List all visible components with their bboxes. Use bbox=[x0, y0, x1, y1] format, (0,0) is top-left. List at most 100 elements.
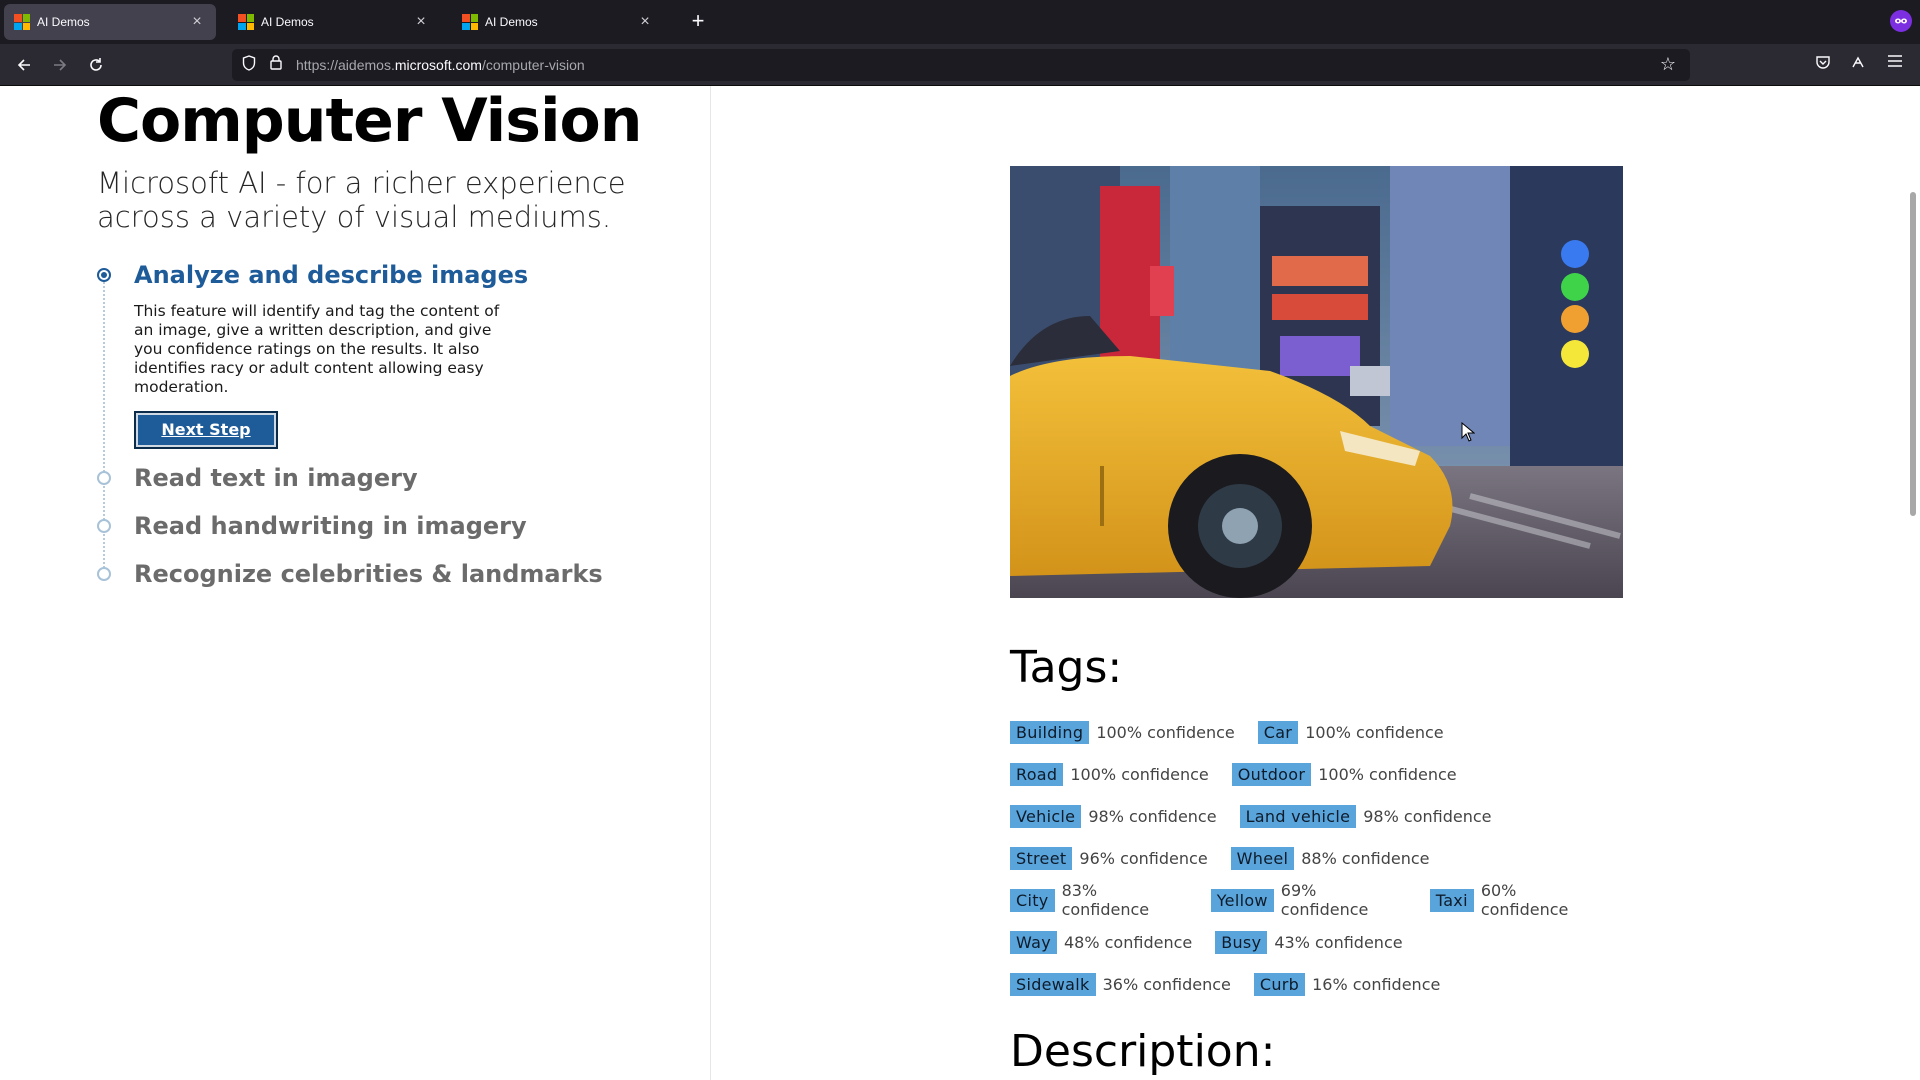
step-title[interactable]: Analyze and describe images bbox=[134, 260, 657, 290]
tag-confidence: 43% confidence bbox=[1274, 932, 1403, 952]
tag-confidence: 36% confidence bbox=[1102, 974, 1231, 994]
url-path: /computer-vision bbox=[481, 57, 585, 73]
tag-confidence: 98% confidence bbox=[1363, 806, 1492, 826]
shield-icon[interactable] bbox=[242, 54, 256, 76]
tag-chip: Way bbox=[1010, 930, 1057, 954]
tag-chip: Sidewalk bbox=[1010, 972, 1096, 996]
tag-item: Busy 43% confidence bbox=[1215, 930, 1403, 954]
step-indicator-icon bbox=[97, 268, 111, 282]
step-title[interactable]: Read text in imagery bbox=[134, 463, 657, 493]
tab-title: AI Demos bbox=[261, 15, 314, 29]
url-prefix: https://aidemos. bbox=[296, 57, 395, 73]
step-read-text[interactable]: Read text in imagery bbox=[97, 463, 657, 493]
new-tab-button[interactable]: + bbox=[684, 8, 712, 36]
tag-chip: Curb bbox=[1253, 972, 1306, 996]
tag-item: Vehicle 98% confidence bbox=[1010, 804, 1217, 828]
browser-tab-3[interactable]: AI Demos × bbox=[452, 4, 664, 40]
close-icon[interactable]: × bbox=[412, 13, 430, 31]
step-description: This feature will identify and tag the c… bbox=[134, 302, 500, 396]
tag-item: Road 100% confidence bbox=[1010, 762, 1209, 786]
tag-item: Wheel 88% confidence bbox=[1230, 846, 1430, 870]
tag-chip: Vehicle bbox=[1010, 804, 1082, 828]
arrow-left-icon[interactable] bbox=[10, 52, 38, 78]
tag-item: Car 100% confidence bbox=[1257, 720, 1444, 744]
tag-chip: Building bbox=[1010, 720, 1090, 744]
taxi-photo-illustration bbox=[1010, 166, 1623, 598]
url-text[interactable]: https://aidemos.microsoft.com/computer-v… bbox=[296, 57, 585, 73]
lock-icon[interactable] bbox=[270, 55, 282, 75]
tag-row: Way 48% confidence Busy 43% confidence bbox=[1010, 930, 1630, 954]
arrow-right-icon[interactable] bbox=[46, 52, 74, 78]
tags-list: Building 100% confidence Car 100% confiden… bbox=[1010, 720, 1630, 1014]
step-title[interactable]: Read handwriting in imagery bbox=[134, 511, 657, 541]
scrollbar-thumb[interactable] bbox=[1910, 192, 1916, 516]
tag-confidence: 83% confidence bbox=[1061, 881, 1150, 919]
tag-row: Street 96% confidence Wheel 88% confidence bbox=[1010, 846, 1630, 870]
feature-steps: Analyze and describe images This feature… bbox=[97, 260, 657, 589]
mouse-cursor-icon bbox=[1461, 421, 1476, 447]
step-recognize-celebrities[interactable]: Recognize celebrities & landmarks bbox=[97, 559, 657, 589]
tab-title: AI Demos bbox=[37, 15, 90, 29]
page-scrollbar[interactable] bbox=[1906, 86, 1920, 1080]
url-domain: microsoft.com bbox=[394, 57, 482, 73]
tag-item: Way 48% confidence bbox=[1010, 930, 1193, 954]
column-divider bbox=[710, 86, 711, 1080]
microsoft-logo-icon bbox=[462, 14, 478, 30]
step-read-handwriting[interactable]: Read handwriting in imagery bbox=[97, 511, 657, 541]
tag-confidence: 16% confidence bbox=[1312, 974, 1441, 994]
tag-item: Building 100% confidence bbox=[1010, 720, 1235, 744]
tag-item: City 83% confidence bbox=[1010, 881, 1188, 919]
tag-item: Outdoor 100% confidence bbox=[1231, 762, 1457, 786]
reload-icon[interactable] bbox=[82, 52, 110, 78]
tag-confidence: 69% confidence bbox=[1280, 881, 1369, 919]
tag-row: Vehicle 98% confidence Land vehicle 98% co… bbox=[1010, 804, 1630, 828]
mask-icon[interactable] bbox=[1890, 10, 1912, 32]
step-analyze-images[interactable]: Analyze and describe images This feature… bbox=[97, 260, 657, 449]
tag-row: City 83% confidence Yellow 69% confidence … bbox=[1010, 881, 1630, 919]
step-indicator-icon bbox=[97, 519, 111, 533]
tag-confidence: 88% confidence bbox=[1301, 848, 1430, 868]
tag-confidence: 48% confidence bbox=[1063, 932, 1193, 952]
description-heading: Description: bbox=[1010, 1026, 1276, 1077]
tag-confidence: 100% confidence bbox=[1070, 764, 1209, 784]
tag-item: Taxi 60% confidence bbox=[1429, 881, 1607, 919]
url-bar[interactable]: https://aidemos.microsoft.com/computer-v… bbox=[232, 49, 1690, 81]
tag-row: Road 100% confidence Outdoor 100% confiden… bbox=[1010, 762, 1630, 786]
tag-item: Sidewalk 36% confidence bbox=[1010, 972, 1231, 996]
page-subtitle: Microsoft AI - for a richer experience a… bbox=[97, 166, 626, 234]
tag-chip: Busy bbox=[1215, 930, 1268, 954]
microsoft-logo-icon bbox=[238, 14, 254, 30]
tag-confidence: 98% confidence bbox=[1088, 806, 1217, 826]
tab-bar: AI Demos × AI Demos × AI Demos × + bbox=[0, 0, 1920, 44]
microsoft-logo-icon bbox=[14, 14, 30, 30]
tag-row: Sidewalk 36% confidence Curb 16% confidenc… bbox=[1010, 972, 1630, 996]
tag-item: Curb 16% confidence bbox=[1253, 972, 1441, 996]
tag-chip: Car bbox=[1257, 720, 1299, 744]
tag-confidence: 96% confidence bbox=[1079, 848, 1208, 868]
close-icon[interactable]: × bbox=[636, 13, 654, 31]
hamburger-icon[interactable] bbox=[1884, 54, 1906, 76]
step-indicator-icon bbox=[97, 471, 111, 485]
tag-chip: Taxi bbox=[1429, 888, 1474, 912]
tag-item: Street 96% confidence bbox=[1010, 846, 1208, 870]
tag-chip: Street bbox=[1010, 846, 1073, 870]
page-title: Computer Vision bbox=[97, 86, 642, 156]
pocket-icon[interactable] bbox=[1812, 54, 1834, 76]
tag-chip: Outdoor bbox=[1231, 762, 1312, 786]
tag-chip: Land vehicle bbox=[1239, 804, 1357, 828]
tag-confidence: 100% confidence bbox=[1318, 764, 1457, 784]
tags-heading: Tags: bbox=[1010, 642, 1123, 693]
tag-chip: Wheel bbox=[1230, 846, 1295, 870]
tab-title: AI Demos bbox=[485, 15, 538, 29]
tag-chip: Yellow bbox=[1210, 888, 1274, 912]
tag-chip: City bbox=[1010, 888, 1055, 912]
next-step-button[interactable]: Next Step bbox=[134, 411, 278, 449]
star-icon[interactable]: ☆ bbox=[1660, 54, 1676, 75]
extensions-icon[interactable] bbox=[1847, 54, 1869, 76]
close-icon[interactable]: × bbox=[188, 13, 206, 31]
tag-item: Land vehicle 98% confidence bbox=[1239, 804, 1492, 828]
step-title[interactable]: Recognize celebrities & landmarks bbox=[134, 559, 657, 589]
browser-tab-1[interactable]: AI Demos × bbox=[4, 4, 216, 40]
step-indicator-icon bbox=[97, 567, 111, 581]
browser-tab-2[interactable]: AI Demos × bbox=[228, 4, 440, 40]
